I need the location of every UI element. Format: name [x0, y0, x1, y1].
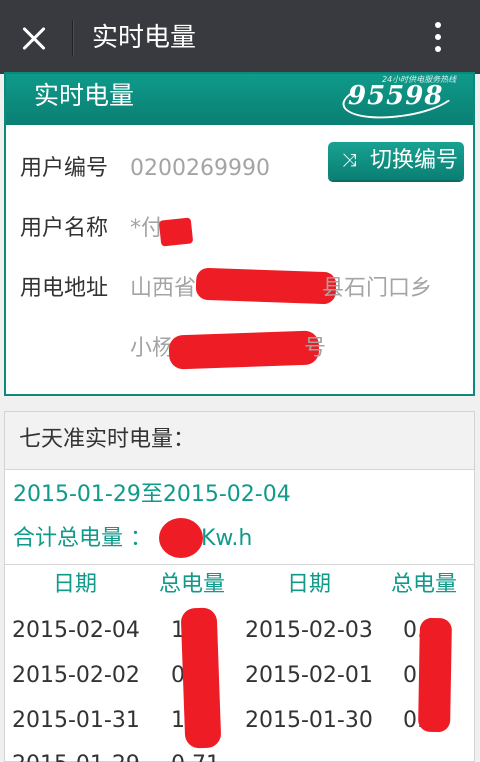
switch-account-button[interactable]: ⤨ 切换编号 — [328, 142, 464, 180]
usage-date: 2015-02-03 — [245, 618, 373, 643]
usage-date: 2015-02-01 — [245, 663, 373, 688]
date-range: 2015-01-29至2015-02-04 — [13, 482, 291, 507]
redaction-mark — [158, 217, 194, 247]
more-menu-icon[interactable] — [420, 16, 456, 58]
account-name-value: *付 — [130, 216, 164, 241]
page-title: 实时电量 — [92, 23, 197, 53]
address-value-tail: 县石门口乡 — [322, 276, 433, 301]
redaction-mark — [159, 518, 203, 558]
column-header-date: 日期 — [287, 572, 332, 597]
usage-card-title: 七天准实时电量： — [19, 427, 196, 452]
shuffle-icon: ⤨ — [342, 150, 357, 171]
close-icon[interactable] — [14, 18, 56, 60]
usage-date: 2015-01-31 — [12, 708, 140, 733]
logo-number: 95598 — [348, 81, 444, 111]
usage-value: 0.71 — [171, 750, 220, 762]
redaction-mark — [418, 617, 452, 733]
hotline-logo: 24小时供电服务热线 95598 — [339, 69, 466, 125]
total-usage-label: 合计总电量 ： — [13, 526, 152, 551]
account-card-header: 实时电量 24小时供电服务热线 95598 — [6, 69, 473, 125]
column-header-date: 日期 — [53, 572, 98, 597]
redaction-mark — [180, 607, 222, 749]
address-value: 山西省 — [130, 276, 197, 301]
account-number-label: 用户编号 — [20, 156, 109, 181]
total-usage-unit: Kw.h — [201, 526, 253, 551]
usage-date: 2015-01-30 — [245, 708, 373, 733]
account-name-label: 用户名称 — [20, 216, 109, 241]
toolbar-divider — [72, 20, 73, 56]
address-value-line2: 小杨 — [130, 336, 175, 361]
column-header-total: 总电量 — [159, 572, 226, 597]
redaction-mark — [168, 330, 320, 370]
section-divider — [5, 564, 474, 565]
account-card: 实时电量 24小时供电服务热线 95598 用户编号 0200269990 ⤨ … — [4, 69, 475, 396]
column-header-total: 总电量 — [391, 572, 458, 597]
account-number-value: 0200269990 — [130, 156, 270, 181]
switch-account-label: 切换编号 — [370, 148, 459, 173]
address-value-line2-tail: 号 — [304, 336, 327, 361]
top-bar: 实时电量 — [0, 0, 480, 74]
usage-date: 2015-01-29 — [12, 750, 140, 762]
account-card-title: 实时电量 — [34, 81, 135, 110]
usage-date: 2015-02-04 — [12, 618, 140, 643]
redaction-mark — [195, 267, 337, 305]
usage-card-header: 七天准实时电量： — [5, 412, 474, 470]
address-label: 用电地址 — [20, 276, 109, 301]
usage-date: 2015-02-02 — [12, 663, 140, 688]
usage-card: 七天准实时电量： 2015-01-29至2015-02-04 合计总电量 ： K… — [4, 411, 475, 762]
